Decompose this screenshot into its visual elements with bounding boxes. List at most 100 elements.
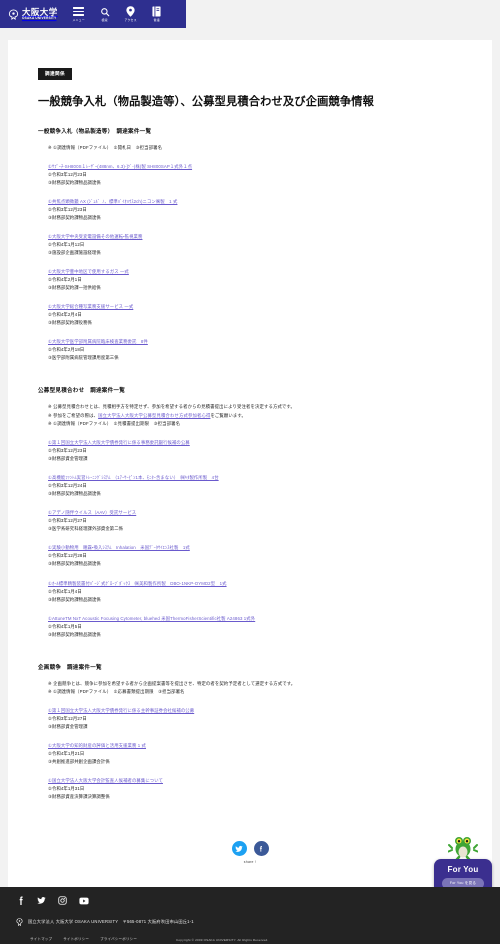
case-list: ①第１回国立大学法人大阪大学債券発行に係る事務委託銀行候補の公募 ②令和3年12月… <box>48 439 470 639</box>
case-title-line: ①第１回国立大学法人大阪大学債券発行に係る事務委託銀行候補の公募 <box>48 439 470 447</box>
case-title-line: ①ｵｰﾙ標準精製装置付ﾊﾟｰｼﾞ式ｸﾞﾛｰﾌﾞﾎﾞｯｸｽ ㈱美和製作所製 DBO… <box>48 580 470 588</box>
section-heading: 一般競争入札（物品製造等） 調達案件一覧 <box>38 128 152 135</box>
access-button[interactable]: アクセス <box>118 6 144 22</box>
twitter-share-button[interactable] <box>231 840 247 858</box>
note-link[interactable]: 国立大学法人大阪大学公募型見積合わせ方式参加者心得 <box>98 413 210 418</box>
case-title-link[interactable]: ①共焦点顕微鏡 AX (ｼﾞｪﾙ゛ﾉ、標準ﾊﾞｲｵﾊｳｽ2ch)ニコン㈱製 1 … <box>48 199 177 204</box>
case-title-line: ①AttuneTM NxT Acoustic Focusing Cytomete… <box>48 615 470 623</box>
case-date: ②令和4年1月12日 <box>48 242 85 248</box>
section-note: ※ 公募型見積合わせとは、見積相手方を特定せず、参加を希望する者からの見積書提出… <box>48 403 470 411</box>
case-title-link[interactable]: ①大阪大学豊中地区で使用するガス 一式 <box>48 269 129 274</box>
mascot-icon <box>447 835 479 862</box>
case-title-line: ①大阪大学の知的財産の評価と活用支援業務 1 式 <box>48 742 470 750</box>
category-badge: 調達関係 <box>38 68 72 80</box>
section-note: ※ 企画競争とは、競争に参加を希望する者から企画提案書等を提出させ、特定の者を契… <box>48 680 470 688</box>
header-tools: メニュー 検索 アクセス 言語 <box>66 6 170 22</box>
case-date: ②令和3年12月23日 <box>48 206 87 212</box>
case-title-link[interactable]: ①国立大学法人大阪大学会計監査人候補者の募集について <box>48 778 163 783</box>
section-note: ※ 参加をご希望の際は、国立大学法人大阪大学公募型見積合わせ方式参加者心得をご覧… <box>48 412 470 420</box>
footer-bottom-row: サイトマップ サイトポリシー プライバシーポリシー Copyright © 20… <box>30 937 488 942</box>
case-department: ③共創推進部共創企画課会計係 <box>48 759 110 765</box>
footer-link-sitemap[interactable]: サイトマップ <box>30 937 52 942</box>
case-title-line: ①ｻﾌﾟｰﾁ-SH800S１ﾚｰｻﾞｰ(488nm、6.3)-]ﾂﾞ-(株)製 … <box>48 163 470 171</box>
case-department: ③財務部契約課物品調達係 <box>48 491 101 497</box>
for-you-title: For You <box>447 865 479 874</box>
section-notes: ※ 企画競争とは、競争に参加を希望する者から企画提案書等を提出させ、特定の者を契… <box>48 680 470 697</box>
hamburger-icon <box>73 6 85 17</box>
case-department: ③財務部契約課役務係 <box>48 320 92 326</box>
case-date: ②令和3年12月24日 <box>48 483 87 489</box>
case-title-link[interactable]: ①アデノ随伴ウイルス（AAV）受託サービス <box>48 510 136 515</box>
case-date: ②令和4年2月18日 <box>48 347 85 353</box>
footer-link-site-policy[interactable]: サイトポリシー <box>63 937 89 942</box>
case-title-link[interactable]: ①AttuneTM NxT Acoustic Focusing Cytomete… <box>48 616 255 621</box>
note-text: ※ 企画競争とは、競争に参加を希望する者から企画提案書等を提出させ、特定の者を契… <box>48 680 296 686</box>
footer-youtube-icon[interactable] <box>79 897 89 905</box>
footer-facebook-icon[interactable] <box>18 896 25 905</box>
case-item: ①アデノ随伴ウイルス（AAV）受託サービス ②令和3年12月27日 ③医学系研究科経… <box>48 509 470 533</box>
footer-twitter-icon[interactable] <box>37 896 46 905</box>
case-department: ③財務部資金管理課 <box>48 724 88 730</box>
case-date: ②令和4年2月1日 <box>48 277 82 283</box>
case-item: ①ｻﾌﾟｰﾁ-SH800S１ﾚｰｻﾞｰ(488nm、6.3)-]ﾂﾞ-(株)製 … <box>48 163 470 187</box>
site-header: 大阪大学 OSAKA UNIVERSITY メニュー 検索 アクセス 言語 <box>0 0 186 28</box>
search-button[interactable]: 検索 <box>92 6 118 22</box>
language-button[interactable]: 言語 <box>144 6 170 22</box>
note-text: ※ ①調達情報（PDFファイル） ②開札日 ③担当部署名 <box>48 144 163 150</box>
case-department: ③医学部附属病院管理課用度第三係 <box>48 355 119 361</box>
case-department: ③施設部企画課施設経理係 <box>48 250 101 256</box>
case-title-line: ①大阪大学中央受変電設備その他運転・監視業務 <box>48 233 470 241</box>
map-pin-icon <box>126 6 135 17</box>
case-title-line: ①アデノ随伴ウイルス（AAV）受託サービス <box>48 509 470 517</box>
case-title-link[interactable]: ①ｵｰﾙ標準精製装置付ﾊﾟｰｼﾞ式ｸﾞﾛｰﾌﾞﾎﾞｯｸｽ ㈱美和製作所製 DBO… <box>48 581 227 586</box>
case-title-link[interactable]: ①第１回国立大学法人大阪大学債券発行に係る主幹事証券会社候補の公募 <box>48 708 194 713</box>
footer-social-links <box>18 896 488 905</box>
case-title-link[interactable]: ①大阪大学中央受変電設備その他運転・監視業務 <box>48 234 142 239</box>
case-date: ②令和4年2月4日 <box>48 312 82 318</box>
language-button-label: 言語 <box>153 18 160 22</box>
case-title-link[interactable]: ①大阪大学の知的財産の評価と活用支援業務 1 式 <box>48 743 146 748</box>
twitter-icon <box>235 840 243 858</box>
case-date: ②令和3年12月27日 <box>48 518 87 524</box>
case-item: ①高機能ﾌｧﾝﾄﾑ実習ﾄﾚｰﾆﾝｸﾞｼｽﾃﾑ （1ｱｰｻｰﾋﾟﾝ1本、ﾓﾆﾀｰ含… <box>48 474 470 498</box>
case-title-link[interactable]: ①大阪大学総合種写業務支援サービス 一式 <box>48 304 133 309</box>
case-title-link[interactable]: ①実験小動物用 睡霧・吸入ｼｽﾃﾑ Inhalation 米国ﾃﾞｰﾀｻｲｴﾝｽ… <box>48 545 190 550</box>
footer-link-privacy-policy[interactable]: プライバシーポリシー <box>100 937 137 942</box>
case-title-link[interactable]: ①高機能ﾌｧﾝﾄﾑ実習ﾄﾚｰﾆﾝｸﾞｼｽﾃﾑ （1ｱｰｻｰﾋﾟﾝ1本、ﾓﾆﾀｰ含… <box>48 475 219 480</box>
case-item: ①ｵｰﾙ標準精製装置付ﾊﾟｰｼﾞ式ｸﾞﾛｰﾌﾞﾎﾞｯｸｽ ㈱美和製作所製 DBO… <box>48 580 470 604</box>
section-notes: ※ 公募型見積合わせとは、見積相手方を特定せず、参加を希望する者からの見積書提出… <box>48 403 470 428</box>
facebook-icon <box>257 840 265 858</box>
case-item: ①AttuneTM NxT Acoustic Focusing Cytomete… <box>48 615 470 639</box>
site-logo[interactable]: 大阪大学 OSAKA UNIVERSITY <box>8 8 58 21</box>
case-title-line: ①第１回国立大学法人大阪大学債券発行に係る主幹事証券会社候補の公募 <box>48 707 470 715</box>
footer-address-text: 国立大学法人 大阪大学 OSAKA UNIVERSITY 〒565-0871 大… <box>28 919 194 924</box>
footer-instagram-icon[interactable] <box>58 896 67 905</box>
menu-button[interactable]: メニュー <box>66 6 92 22</box>
case-title-link[interactable]: ①第１回国立大学法人大阪大学債券発行に係る事務委託銀行候補の公募 <box>48 440 190 445</box>
case-item: ①大阪大学の知的財産の評価と活用支援業務 1 式 ②令和4年1月21日 ③共創推進部… <box>48 742 470 766</box>
case-title-line: ①国立大学法人大阪大学会計監査人候補者の募集について <box>48 777 470 785</box>
case-title-link[interactable]: ①ｻﾌﾟｰﾁ-SH800S１ﾚｰｻﾞｰ(488nm、6.3)-]ﾂﾞ-(株)製 … <box>48 164 192 169</box>
page-title: 一般競争入札（物品製造等）、公募型見積合わせ及び企画競争情報 <box>38 96 375 108</box>
case-title-line: ①大阪大学総合種写業務支援サービス 一式 <box>48 303 470 311</box>
section-notes: ※ ①調達情報（PDFファイル） ②開札日 ③担当部署名 <box>48 144 470 152</box>
section-heading: 企画競争 調達案件一覧 <box>38 664 102 671</box>
case-item: ①国立大学法人大阪大学会計監査人候補者の募集について ②令和4年1月31日 ③財務部… <box>48 777 470 801</box>
note-text: をご覧願います。 <box>210 412 246 418</box>
case-date: ②令和3年12月27日 <box>48 716 87 722</box>
section-note: ※ ①調達情報（PDFファイル） ②見積書提出期限 ③担当部署名 <box>48 420 470 428</box>
case-item: ①大阪大学豊中地区で使用するガス 一式 ②令和4年2月1日 ③財務部契約課一括供給係 <box>48 268 470 292</box>
footer-address-row: 国立大学法人 大阪大学 OSAKA UNIVERSITY 〒565-0871 大… <box>16 913 488 931</box>
facebook-share-button[interactable] <box>253 840 269 858</box>
case-item: ①第１回国立大学法人大阪大学債券発行に係る事務委託銀行候補の公募 ②令和3年12月… <box>48 439 470 463</box>
search-icon <box>100 6 110 17</box>
note-text: ※ ①調達情報（PDFファイル） ②応募書類提出期限 ③担当部署名 <box>48 688 185 694</box>
osaka-university-logo-icon <box>8 8 19 20</box>
case-title-link[interactable]: ①大阪大学医学部附属病院臨床検査業務委託 8件 <box>48 339 148 344</box>
brand-name-en: OSAKA UNIVERSITY <box>22 16 57 21</box>
book-icon <box>152 6 161 17</box>
page-content-card: 調達関係 一般競争入札（物品製造等）、公募型見積合わせ及び企画競争情報 一般競争… <box>8 40 492 899</box>
case-department: ③財務部資産決算課決算調整係 <box>48 794 110 800</box>
case-date: ②令和4年1月21日 <box>48 751 85 757</box>
note-text: ※ 公募型見積合わせとは、見積相手方を特定せず、参加を希望する者からの見積書提出… <box>48 404 295 410</box>
